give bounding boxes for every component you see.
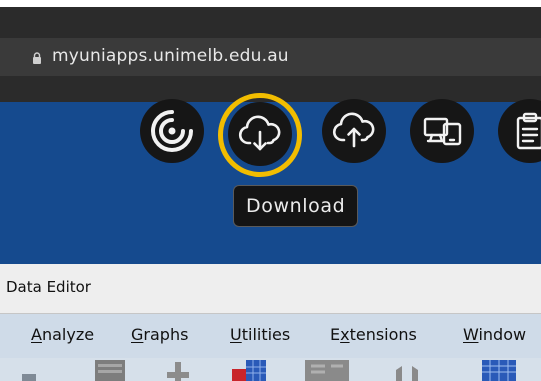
- window-title: Data Editor: [6, 278, 91, 296]
- toolbar-icon[interactable]: [232, 358, 266, 381]
- menu-item-graphs[interactable]: Graphs: [131, 325, 188, 344]
- lock-icon: [33, 52, 41, 64]
- menu-item-utilities[interactable]: Utilities: [230, 325, 290, 344]
- toolbar-icon[interactable]: [95, 360, 125, 381]
- toolbar-icon[interactable]: [22, 372, 36, 381]
- menu-item-extensions[interactable]: Extensions: [330, 325, 417, 344]
- clipboard-button[interactable]: [498, 99, 541, 163]
- focus-highlight-ring: [218, 93, 302, 177]
- toolbar-icon[interactable]: [167, 362, 189, 381]
- menu-item-analyze[interactable]: Analyze: [31, 325, 94, 344]
- download-tooltip: Download: [233, 185, 359, 227]
- toolbar-icon[interactable]: [393, 364, 421, 381]
- clipboard-icon: [516, 112, 541, 150]
- toolbar-icon[interactable]: [482, 360, 516, 381]
- editor-toolbar: [0, 358, 541, 381]
- upload-button[interactable]: [322, 99, 386, 163]
- toolbar-icon[interactable]: [305, 360, 349, 381]
- browser-top-edge: [0, 0, 541, 7]
- spinner-arc-icon: [151, 110, 193, 152]
- url-text[interactable]: myuniapps.unimelb.edu.au: [52, 46, 289, 66]
- window-title-bar: Data Editor: [0, 264, 541, 314]
- menu-item-window[interactable]: Window: [463, 325, 526, 344]
- cloud-upload-icon: [332, 112, 375, 148]
- apps-button[interactable]: [140, 99, 204, 163]
- monitor-tablet-icon: [423, 117, 462, 146]
- devices-button[interactable]: [410, 99, 474, 163]
- menu-bar: Analyze Graphs Utilities Extensions Wind…: [0, 314, 541, 358]
